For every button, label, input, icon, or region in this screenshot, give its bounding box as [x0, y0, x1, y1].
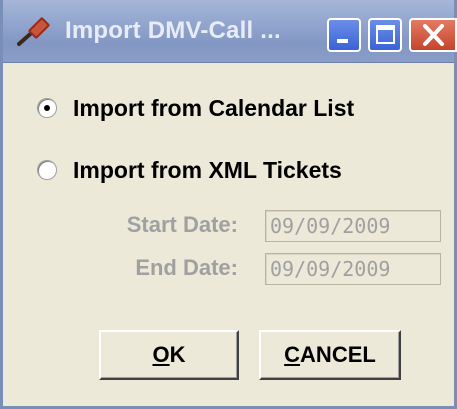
gavel-icon — [17, 17, 50, 46]
start-date-label: Start Date: — [126, 212, 238, 237]
end-date-field[interactable]: 09/09/2009 — [265, 253, 441, 285]
import-dialog: Import DMV-Call ... Import from Calendar… — [0, 0, 457, 409]
option-xml-tickets-label: Import from XML Tickets — [73, 156, 342, 183]
radio-calendar-list[interactable] — [37, 98, 57, 118]
close-button[interactable] — [409, 18, 457, 52]
title-bar[interactable]: Import DMV-Call ... — [3, 0, 457, 63]
option-calendar-list[interactable]: Import from Calendar List — [37, 93, 354, 123]
maximize-icon — [376, 25, 395, 44]
option-xml-tickets[interactable]: Import from XML Tickets — [37, 155, 342, 185]
start-date-field[interactable]: 09/09/2009 — [265, 210, 441, 242]
cancel-label-rest: ANCEL — [300, 342, 376, 367]
minimize-icon — [337, 39, 348, 43]
end-date-label: End Date: — [135, 255, 238, 280]
maximize-button[interactable] — [368, 18, 402, 52]
minimize-button[interactable] — [327, 18, 361, 52]
cancel-mnemonic: C — [284, 342, 301, 367]
ok-mnemonic: O — [152, 342, 170, 367]
radio-xml-tickets[interactable] — [37, 160, 57, 180]
option-calendar-list-label: Import from Calendar List — [73, 94, 355, 121]
ok-button[interactable]: OK — [99, 330, 239, 380]
window-title: Import DMV-Call ... — [65, 17, 281, 44]
cancel-button[interactable]: CANCEL — [259, 330, 401, 380]
close-icon — [423, 24, 444, 46]
ok-label-rest: K — [169, 342, 186, 367]
